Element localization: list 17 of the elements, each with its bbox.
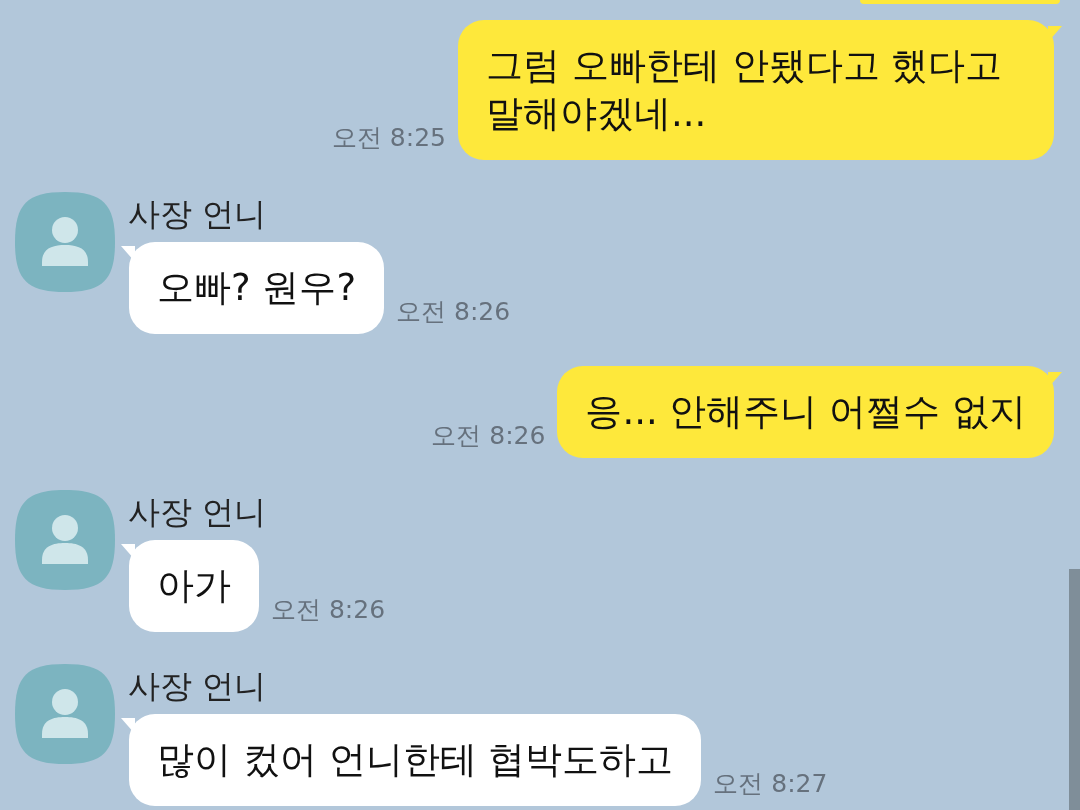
message-time: 오전 8:27 (713, 768, 828, 800)
message-time: 오전 8:25 (331, 122, 446, 154)
avatar-icon (15, 490, 115, 590)
sender-name: 사장 언니 (128, 668, 268, 704)
scrollbar-thumb[interactable] (1069, 569, 1080, 810)
sender-name: 사장 언니 (128, 494, 268, 530)
message-time: 오전 8:26 (396, 296, 511, 328)
message-bubble: 오빠? 원우? (129, 242, 385, 334)
message-bubble: 많이 컸어 언니한테 협박도하고 (129, 714, 702, 806)
message-bubble: 아가 (129, 540, 259, 632)
avatar-icon (15, 664, 115, 764)
sender-name: 사장 언니 (128, 196, 268, 232)
message-bubble: 그럼 오빠한테 안됐다고 했다고 말해야겠네... (458, 20, 1054, 160)
message-bubble: 응... 안해주니 어쩔수 없지 (557, 366, 1054, 458)
avatar-icon (15, 192, 115, 292)
message-time: 오전 8:26 (271, 594, 386, 626)
message-time: 오전 8:26 (431, 420, 546, 452)
